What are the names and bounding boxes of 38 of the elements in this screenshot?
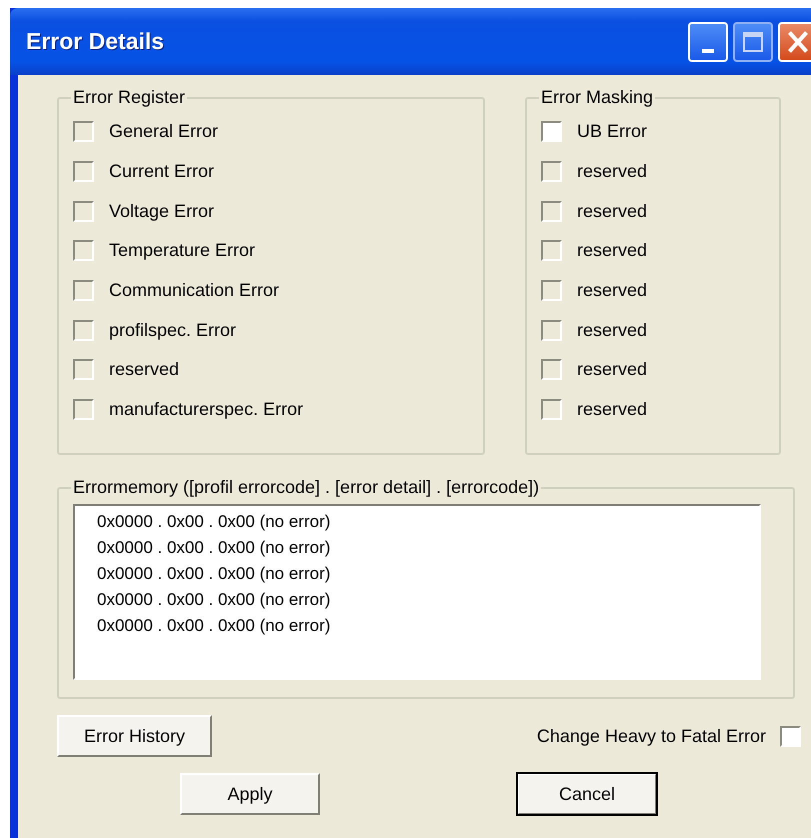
checkbox-label: reserved bbox=[577, 399, 648, 420]
checkbox[interactable] bbox=[780, 726, 801, 746]
maximize-button[interactable] bbox=[733, 22, 773, 62]
group-title: Error Masking bbox=[540, 87, 654, 108]
checkbox-label: Temperature Error bbox=[109, 240, 256, 262]
checkbox-label: reserved bbox=[109, 359, 180, 380]
list-item[interactable]: 0x0000 . 0x00 . 0x00 (no error) bbox=[97, 535, 759, 561]
checkbox-label: manufacturerspec. Error bbox=[109, 399, 304, 420]
checkbox-label: Voltage Error bbox=[109, 200, 214, 222]
minimize-button[interactable] bbox=[688, 22, 728, 62]
checkbox-label: reserved bbox=[577, 280, 648, 302]
dialog-button[interactable]: Apply bbox=[180, 773, 320, 815]
checkbox-label: profilspec. Error bbox=[109, 320, 236, 341]
minimize-icon bbox=[702, 48, 714, 52]
checkbox-label: reserved bbox=[577, 240, 648, 262]
checkbox-label: UB Error bbox=[577, 121, 648, 142]
error-list[interactable]: 0x0000 . 0x00 . 0x00 (no error) 0x0000 . 0x00 . 0x00 (no error) 0x0000 . 0x00 . 0x00 (no error) 0x0000 . 0x00 . 0x00 (no error) 0x0000 . 0x00 . 0x00 (no error) bbox=[73, 504, 761, 680]
close-button[interactable] bbox=[778, 22, 811, 62]
list-item[interactable]: 0x0000 . 0x00 . 0x00 (no error) bbox=[97, 587, 759, 613]
list-item[interactable]: 0x0000 . 0x00 . 0x00 (no error) bbox=[97, 613, 759, 639]
group-title: Errormemory ([profil errorcode] . [error detail] . [errorcode]) bbox=[72, 477, 540, 498]
checkbox-label: Change Heavy to Fatal Error bbox=[536, 726, 766, 746]
checkbox-label: reserved bbox=[577, 320, 648, 341]
maximize-icon bbox=[743, 32, 763, 52]
list-item[interactable]: 0x0000 . 0x00 . 0x00 (no error) bbox=[97, 561, 759, 587]
dialog-button[interactable]: Cancel bbox=[517, 773, 657, 815]
checkbox-label: Communication Error bbox=[109, 280, 280, 302]
checkbox-label: reserved bbox=[577, 359, 648, 380]
checkbox-label: General Error bbox=[109, 121, 218, 142]
close-icon bbox=[788, 30, 808, 52]
error-history-button[interactable]: Error History bbox=[57, 715, 212, 757]
checkbox-label: reserved bbox=[577, 200, 648, 222]
list-item[interactable]: 0x0000 . 0x00 . 0x00 (no error) bbox=[97, 509, 759, 535]
checkbox-label: reserved bbox=[577, 161, 648, 182]
checkbox[interactable] bbox=[541, 121, 562, 142]
checkbox-label: Current Error bbox=[109, 161, 214, 182]
group-title: Error Register bbox=[72, 87, 186, 108]
window-title: Error Details bbox=[26, 28, 164, 55]
